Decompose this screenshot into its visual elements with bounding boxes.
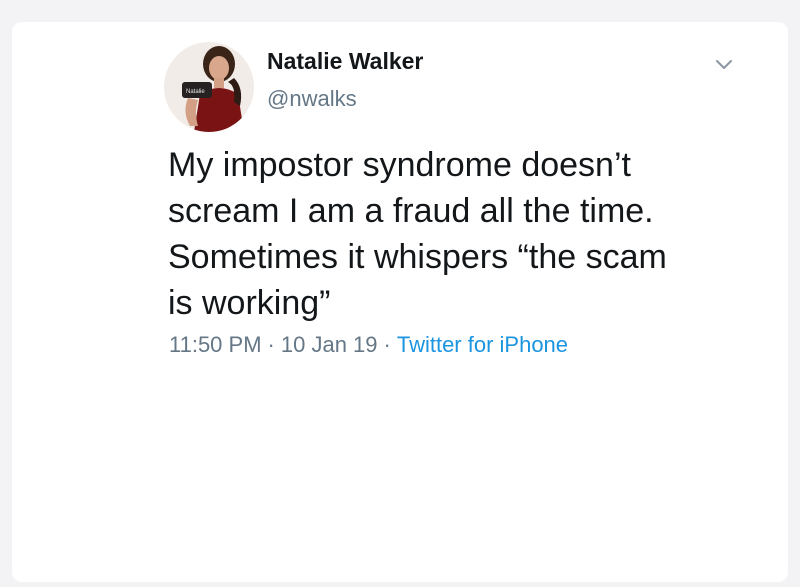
svg-text:Natalie: Natalie — [186, 89, 205, 95]
tweet-date[interactable]: 10 Jan 19 — [281, 332, 378, 357]
author-handle[interactable]: @nwalks — [267, 86, 357, 112]
chevron-down-icon[interactable] — [712, 52, 736, 76]
tweet-meta: 11:50 PM · 10 Jan 19 · Twitter for iPhone — [169, 332, 568, 358]
meta-separator: · — [383, 332, 391, 357]
screenshot-frame: Natalie Natalie Walker @nwalks My impost… — [0, 0, 800, 587]
avatar[interactable]: Natalie — [164, 42, 254, 132]
tweet-card: Natalie Natalie Walker @nwalks My impost… — [12, 22, 788, 582]
avatar-photo: Natalie — [164, 42, 254, 132]
tweet-text: My impostor syndrome doesn’t scream I am… — [168, 146, 667, 322]
author-name[interactable]: Natalie Walker — [267, 48, 423, 75]
meta-separator: · — [267, 332, 275, 357]
tweet-source-link[interactable]: Twitter for iPhone — [397, 332, 568, 357]
tweet-time[interactable]: 11:50 PM — [169, 332, 262, 357]
